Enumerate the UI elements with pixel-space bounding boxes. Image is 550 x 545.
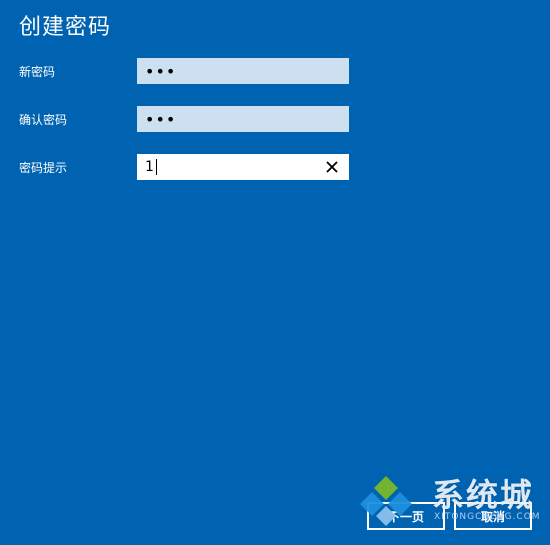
- new-password-value: •••: [145, 61, 177, 81]
- clear-button[interactable]: [323, 158, 341, 176]
- next-button[interactable]: 下一页: [367, 502, 445, 530]
- close-icon: [326, 161, 338, 173]
- password-hint-field[interactable]: 1: [137, 154, 349, 180]
- new-password-label: 新密码: [19, 65, 56, 79]
- confirm-password-label: 确认密码: [19, 113, 68, 127]
- text-caret: [155, 159, 157, 175]
- confirm-password-value: •••: [145, 109, 177, 129]
- cancel-button[interactable]: 取消: [454, 502, 532, 530]
- password-hint-label: 密码提示: [19, 161, 68, 175]
- password-hint-text: 1: [145, 159, 157, 175]
- confirm-password-field[interactable]: •••: [137, 106, 349, 132]
- new-password-field[interactable]: •••: [137, 58, 349, 84]
- page-title: 创建密码: [19, 15, 112, 40]
- password-hint-value: 1: [145, 159, 154, 175]
